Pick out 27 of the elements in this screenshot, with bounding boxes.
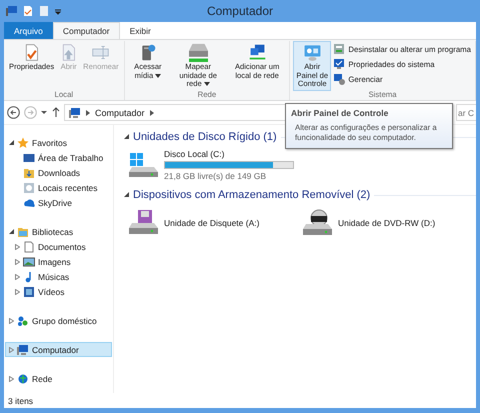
nav-item[interactable]: Bibliotecas — [5, 224, 112, 239]
nav-item[interactable]: Documentos — [5, 239, 112, 254]
nav-item[interactable]: Músicas — [5, 269, 112, 284]
nav-item[interactable]: Computador — [5, 342, 112, 357]
ribbon-tab[interactable]: Exibir — [120, 22, 161, 39]
nav-item[interactable]: SkyDrive — [5, 195, 112, 210]
drive-name[interactable]: Unidade de Disquete (A:) — [164, 218, 260, 228]
search-field[interactable]: ar C — [456, 104, 476, 121]
nav-item[interactable]: Vídeos — [5, 284, 112, 299]
nav-item[interactable]: Grupo doméstico — [5, 313, 112, 328]
drive-name[interactable]: Disco Local (C:) — [164, 149, 294, 159]
item-count: 3 itens — [8, 396, 34, 406]
tooltip-title: Abrir Painel de Controle — [291, 108, 390, 118]
ribbon-tab[interactable]: Arquivo — [4, 22, 53, 39]
nav-item[interactable]: Downloads — [5, 165, 112, 180]
window-title: Computador — [206, 4, 274, 18]
section-title[interactable]: Dispositivos com Armazenamento Removível (2) — [133, 189, 370, 201]
nav-item[interactable]: Favoritos — [5, 135, 112, 150]
free-space-text: 21,8 GB livre(s) de 149 GB — [164, 171, 268, 181]
nav-item[interactable]: Área de Trabalho — [5, 150, 112, 165]
section-title[interactable]: Unidades de Disco Rígido (1) — [133, 131, 277, 143]
drive-name[interactable]: Unidade de DVD-RW (D:) — [338, 218, 436, 228]
nav-item[interactable]: Imagens — [5, 254, 112, 269]
breadcrumb[interactable]: Computador — [95, 108, 145, 118]
nav-item[interactable]: Locais recentes — [5, 180, 112, 195]
nav-item[interactable]: Rede — [5, 371, 112, 386]
ribbon-tab[interactable]: Computador — [52, 22, 120, 39]
